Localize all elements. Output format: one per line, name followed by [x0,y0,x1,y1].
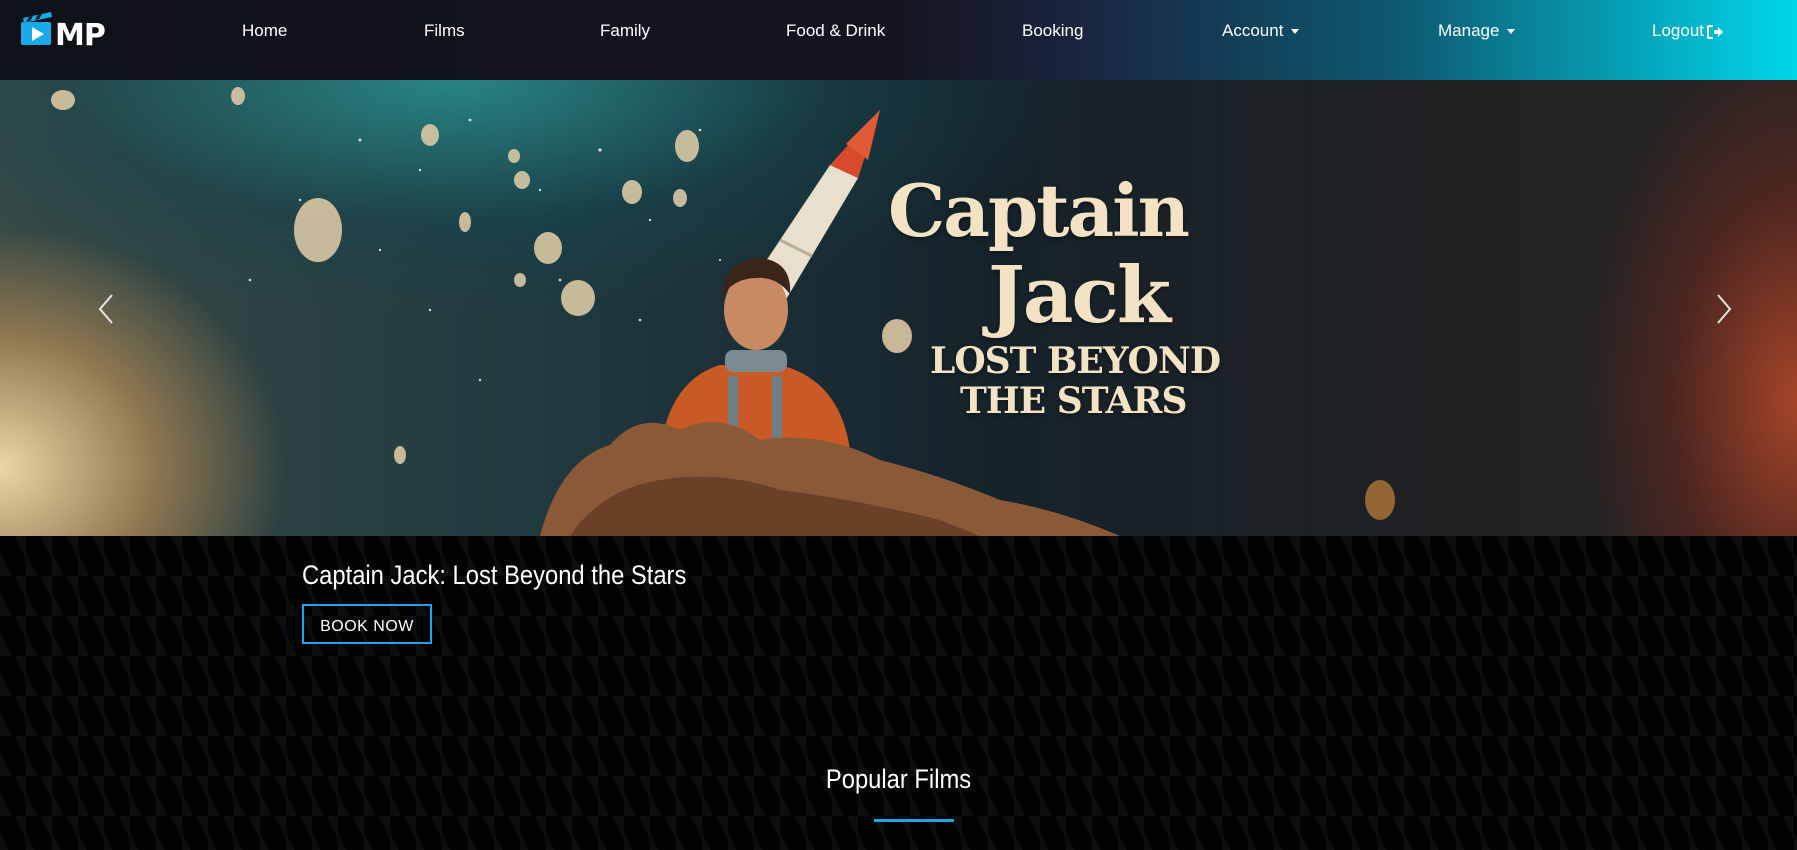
logout-icon [1707,24,1723,39]
caret-down-icon [1507,29,1516,35]
nav-account-label: Account [1222,21,1284,40]
nav-account-dropdown[interactable]: Account [1222,20,1300,42]
nav-booking[interactable]: Booking [1022,20,1083,42]
featured-film-title: Captain Jack: Lost Beyond the Stars [302,560,687,590]
top-navbar: MP Home Films Family Food & Drink Bookin… [0,0,1797,80]
nav-food-drink[interactable]: Food & Drink [786,20,885,42]
caret-down-icon [1291,29,1300,35]
clapperboard-play-icon [21,12,52,45]
nav-home[interactable]: Home [242,20,287,42]
popular-films-heading: Popular Films [0,764,1797,795]
nav-films[interactable]: Films [424,20,465,42]
poster-subtitle-line1: LOST BEYOND [930,340,1221,382]
poster-subtitle-line2: THE STARS [960,380,1187,422]
featured-section: Captain Jack: Lost Beyond the Stars BOOK… [0,536,1797,850]
heading-underline [874,819,954,822]
chevron-left-icon [98,294,113,324]
book-now-button[interactable]: BOOK NOW [302,604,432,644]
poster-title-line2: Jack [988,250,1171,341]
hero-poster-artwork [51,87,1395,536]
carousel-prev-button[interactable] [96,292,116,326]
hero-carousel: Captain Jack LOST BEYOND THE STARS [0,80,1797,536]
poster-title-line1: Captain [888,168,1190,253]
chevron-right-icon [1717,294,1732,324]
popular-films-heading-text: Popular Films [825,764,972,794]
nav-manage-label: Manage [1438,21,1500,40]
brand-logo[interactable]: MP [20,8,106,53]
nav-logout-label: Logout [1652,21,1704,40]
nav-manage-dropdown[interactable]: Manage [1438,20,1516,42]
brand-text: MP [55,18,106,53]
nav-logout[interactable]: Logout [1652,20,1724,42]
carousel-next-button[interactable] [1714,292,1734,326]
nav-family[interactable]: Family [600,20,650,42]
